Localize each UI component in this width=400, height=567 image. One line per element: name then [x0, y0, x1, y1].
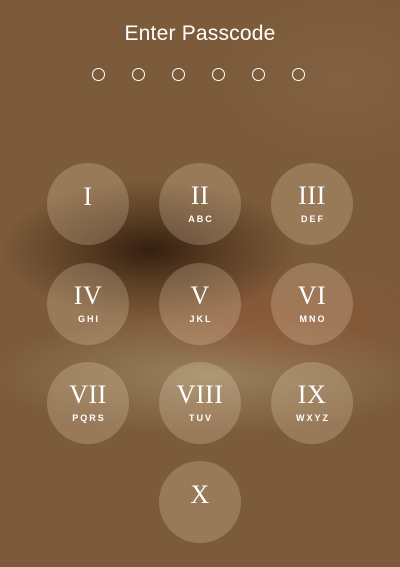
key-numeral: VI [297, 281, 327, 310]
key-numeral: IV [73, 281, 103, 310]
page-title: Enter Passcode [124, 22, 276, 45]
passcode-dot-3 [172, 68, 185, 81]
key-letters: WXYZ [296, 413, 330, 423]
passcode-dot-6 [292, 68, 305, 81]
key-letters: DEF [301, 214, 325, 224]
passcode-dot-2 [132, 68, 145, 81]
key-numeral: X [190, 480, 210, 509]
key-numeral: III [298, 181, 326, 210]
key-7-button[interactable]: VII PQRS [47, 362, 129, 444]
key-numeral: II [190, 181, 210, 210]
key-10-button[interactable]: X [159, 461, 241, 543]
key-numeral: V [190, 281, 210, 310]
passcode-dots [90, 68, 310, 84]
key-letters: TUV [189, 413, 213, 423]
key-8-button[interactable]: VIII TUV [159, 362, 241, 444]
key-4-button[interactable]: IV GHI [47, 263, 129, 345]
key-3-button[interactable]: III DEF [271, 163, 353, 245]
key-2-button[interactable]: II ABC [159, 163, 241, 245]
key-numeral: VII [69, 380, 107, 409]
passcode-dot-1 [92, 68, 105, 81]
key-5-button[interactable]: V JKL [159, 263, 241, 345]
key-letters: ABC [188, 214, 214, 224]
passcode-dot-4 [212, 68, 225, 81]
key-numeral: VIII [176, 380, 224, 409]
key-6-button[interactable]: VI MNO [271, 263, 353, 345]
key-9-button[interactable]: IX WXYZ [271, 362, 353, 444]
key-numeral: IX [297, 380, 327, 409]
key-1-button[interactable]: I [47, 163, 129, 245]
key-letters: MNO [299, 314, 327, 324]
key-letters: PQRS [72, 413, 106, 423]
key-letters: JKL [189, 314, 213, 324]
key-letters: GHI [77, 314, 100, 324]
passcode-dot-5 [252, 68, 265, 81]
key-numeral: I [83, 182, 93, 211]
